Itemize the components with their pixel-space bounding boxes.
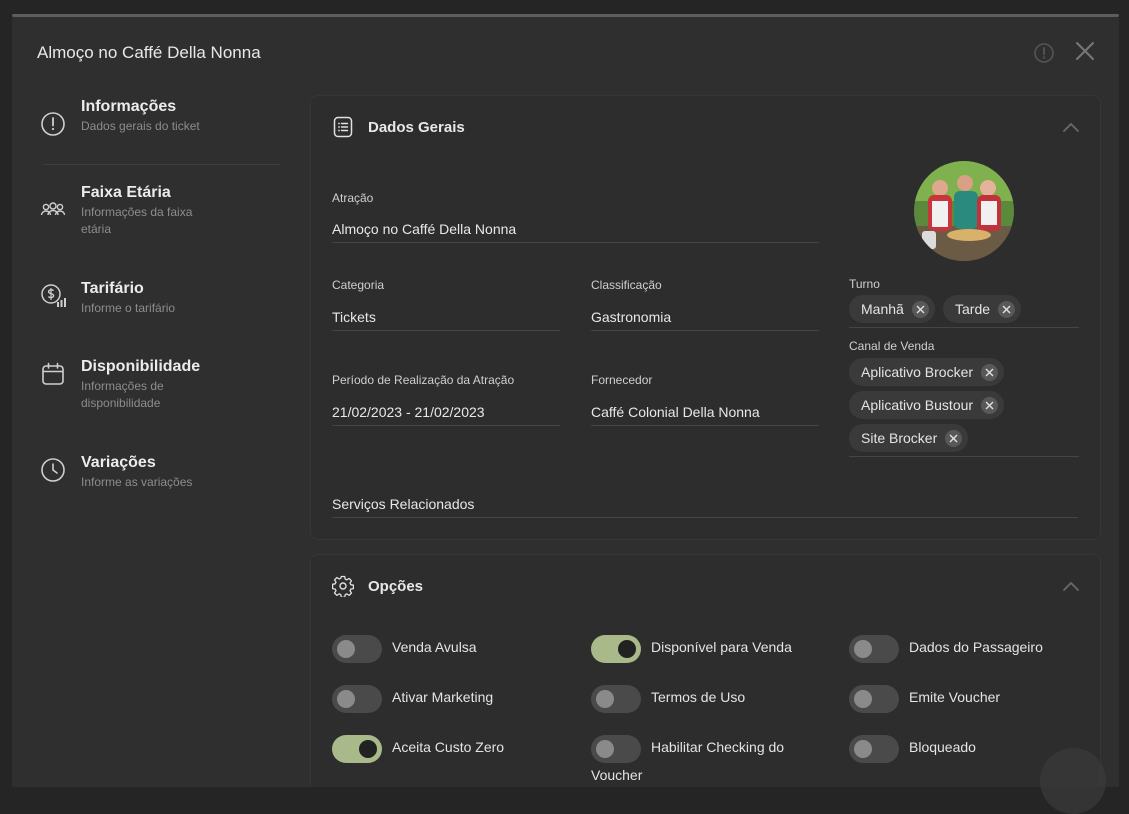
related-services-field[interactable]: Serviços Relacionados (332, 496, 1078, 518)
chevron-up-icon[interactable] (1062, 580, 1080, 592)
floating-help-button[interactable] (1040, 748, 1106, 814)
toggle-label: Disponível para Venda (651, 639, 792, 655)
classification-label: Classificação (591, 278, 662, 292)
close-icon[interactable] (1075, 41, 1095, 61)
toggle-aceita-custo-zero[interactable] (332, 735, 382, 763)
chip-label: Manhã (861, 301, 904, 317)
info-circle-icon[interactable] (1034, 43, 1054, 63)
period-label: Período de Realização da Atração (332, 373, 515, 387)
attraction-photo[interactable] (914, 161, 1014, 261)
toggle-label: Emite Voucher (909, 689, 1001, 705)
sidebar-item-title: Disponibilidade (81, 358, 201, 375)
sidebar-item-desc: Informações de disponibilidade (81, 379, 164, 410)
chip-remove-icon[interactable] (981, 363, 999, 381)
general-data-card: Dados Gerais Atração Almoço no Caffé Del… (310, 95, 1101, 540)
clock-icon (41, 458, 65, 482)
shift-chip[interactable]: Manhã (849, 295, 935, 323)
toggle-dados-do-passageiro[interactable] (849, 635, 899, 663)
sales-channel-label: Canal de Venda (849, 339, 935, 353)
sidebar-item-title: Tarifário (81, 280, 144, 297)
card-title: Dados Gerais (368, 119, 465, 136)
period-field[interactable]: 21/02/2023 - 21/02/2023 (332, 404, 560, 426)
toggle-label: Dados do Passageiro (909, 639, 1043, 655)
chip-label: Aplicativo Bustour (861, 397, 974, 413)
attraction-field[interactable]: Almoço no Caffé Della Nonna (332, 221, 819, 243)
chip-label: Aplicativo Brocker (861, 364, 974, 380)
toggle-label: Aceita Custo Zero (392, 739, 505, 755)
ticket-modal: Almoço no Caffé Della Nonna Informações … (12, 17, 1119, 787)
category-label: Categoria (332, 278, 385, 292)
chip-label: Tarde (955, 301, 991, 317)
shift-chip[interactable]: Tarde (943, 295, 1022, 323)
card-title: Opções (368, 578, 424, 595)
toggle-termos-de-uso[interactable] (591, 685, 641, 713)
shift-label: Turno (849, 277, 880, 291)
price-chart-icon (41, 284, 66, 307)
toggle-bloqueado[interactable] (849, 735, 899, 763)
sidebar-item-desc: Informe o tarifário (81, 301, 176, 315)
attraction-label: Atração (332, 191, 374, 205)
supplier-label: Fornecedor (591, 373, 653, 387)
users-icon (40, 202, 66, 216)
sidebar-item-desc: Informações da faixa etária (81, 205, 193, 236)
sidebar-item-title: Faixa Etária (81, 184, 171, 201)
toggle-emite-voucher[interactable] (849, 685, 899, 713)
sidebar-item-variacoes[interactable]: Variações Informe as variações (40, 453, 206, 491)
document-list-icon (333, 116, 353, 138)
sales-channel-chip[interactable]: Aplicativo Brocker (849, 358, 1005, 386)
toggle-label: Ativar Marketing (392, 689, 494, 705)
sidebar-item-title: Informações (81, 98, 177, 115)
sidebar-item-tarifario[interactable]: Tarifário Informe o tarifário (40, 279, 206, 317)
shift-field-underline (849, 327, 1079, 328)
sales-channel-chip[interactable]: Site Brocker (849, 424, 969, 452)
supplier-field[interactable]: Caffé Colonial Della Nonna (591, 404, 819, 426)
toggle-ativar-marketing[interactable] (332, 685, 382, 713)
toggle-label: Bloqueado (909, 739, 976, 755)
category-field[interactable]: Tickets (332, 309, 560, 331)
chip-label: Site Brocker (861, 430, 938, 446)
toggle-label: Habilitar Checking do Voucher (591, 739, 785, 783)
sales-channel-underline (849, 456, 1079, 457)
sidebar-item-informacoes[interactable]: Informações Dados gerais do ticket (40, 97, 206, 136)
classification-field[interactable]: Gastronomia (591, 309, 819, 331)
chip-remove-icon[interactable] (945, 429, 963, 447)
chip-remove-icon[interactable] (981, 396, 999, 414)
info-circle-icon (41, 112, 65, 136)
sidebar-item-desc: Dados gerais do ticket (81, 119, 200, 133)
chip-remove-icon[interactable] (998, 300, 1016, 318)
sidebar-item-title: Variações (81, 454, 156, 471)
sidebar-item-faixa-etaria[interactable]: Faixa Etária Informações da faixa etária (40, 183, 206, 238)
options-card: Opções Venda Avulsa Disponível para Vend… (310, 554, 1101, 787)
toggle-disponivel-para-venda[interactable] (591, 635, 641, 663)
modal-title: Almoço no Caffé Della Nonna (37, 43, 261, 62)
chip-remove-icon[interactable] (911, 300, 929, 318)
divider (43, 164, 280, 165)
toggle-venda-avulsa[interactable] (332, 635, 382, 663)
sales-channel-chip[interactable]: Aplicativo Bustour (849, 391, 1005, 419)
toggle-label: Termos de Uso (651, 689, 746, 705)
attraction-image (914, 161, 1014, 261)
sidebar-item-disponibilidade[interactable]: Disponibilidade Informações de disponibi… (40, 357, 206, 412)
calendar-icon (42, 362, 64, 385)
toggle-label: Venda Avulsa (392, 639, 477, 655)
chevron-up-icon[interactable] (1062, 121, 1080, 133)
sidebar-item-desc: Informe as variações (81, 475, 193, 489)
gear-icon (332, 575, 354, 597)
